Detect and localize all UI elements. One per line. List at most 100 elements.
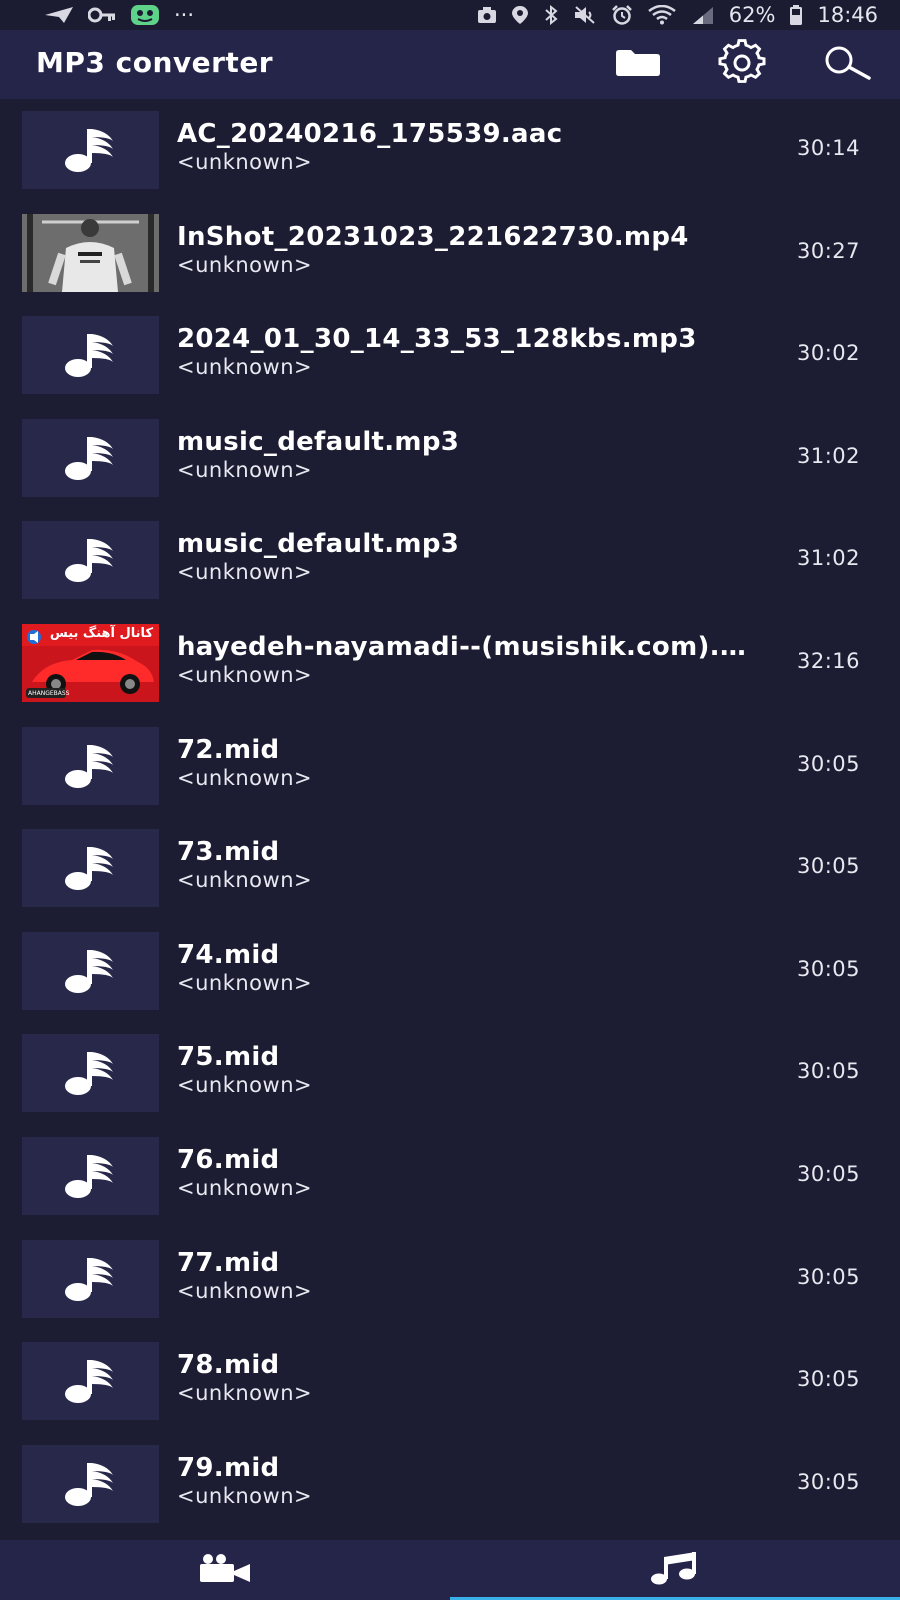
music-note-icon bbox=[22, 316, 159, 395]
wifi-icon bbox=[647, 4, 677, 26]
app-notification-icon bbox=[130, 4, 160, 26]
settings-button[interactable] bbox=[718, 39, 766, 91]
track-duration: 30:05 bbox=[796, 1367, 860, 1392]
music-note-icon bbox=[22, 1342, 159, 1421]
music-note-icon bbox=[22, 726, 159, 805]
battery-icon bbox=[789, 4, 803, 26]
status-bar-left: ··· bbox=[44, 3, 194, 27]
track-duration: 30:05 bbox=[796, 1059, 860, 1084]
track-title: 76.mid bbox=[177, 1144, 280, 1175]
track-title: 79.mid bbox=[177, 1452, 280, 1483]
track-row[interactable]: music_default.mp3 <unknown> 31:02 bbox=[0, 407, 900, 510]
thumbnail-caption: کانال آهنگ بیس bbox=[49, 625, 153, 641]
search-icon bbox=[820, 46, 872, 84]
track-thumbnail-image bbox=[22, 213, 159, 292]
track-duration: 31:02 bbox=[796, 443, 860, 468]
track-title: AC_20240216_175539.aac bbox=[177, 119, 563, 149]
folder-button[interactable] bbox=[614, 41, 662, 89]
gear-icon bbox=[718, 39, 766, 91]
track-artist: <unknown> bbox=[177, 1381, 313, 1406]
track-duration: 30:05 bbox=[796, 956, 860, 981]
track-title: music_default.mp3 bbox=[177, 426, 460, 457]
bottom-nav bbox=[0, 1540, 900, 1600]
track-title: music_default.mp3 bbox=[177, 529, 460, 560]
music-note-icon bbox=[22, 931, 159, 1010]
battery-percent: 62% bbox=[728, 3, 776, 27]
bluetooth-icon bbox=[543, 4, 559, 26]
app-bar: MP3 converter bbox=[0, 30, 900, 99]
track-title: 2024_01_30_14_33_53_128kbs.mp3 bbox=[177, 324, 697, 355]
track-duration: 30:05 bbox=[796, 751, 860, 776]
video-camera-icon bbox=[197, 1553, 253, 1587]
track-row[interactable]: 78.mid <unknown> 30:05 bbox=[0, 1330, 900, 1433]
track-artist: <unknown> bbox=[177, 252, 313, 277]
track-duration: 32:16 bbox=[796, 648, 860, 673]
track-list: AC_20240216_175539.aac <unknown> 30:14 InSh… bbox=[0, 99, 900, 1540]
track-row[interactable]: 76.mid <unknown> 30:05 bbox=[0, 1125, 900, 1228]
track-row[interactable]: AC_20240216_175539.aac <unknown> 30:14 bbox=[0, 99, 900, 202]
track-artist: <unknown> bbox=[177, 970, 313, 995]
track-artist: <unknown> bbox=[177, 1073, 313, 1098]
track-row[interactable]: 2024_01_30_14_33_53_128kbs.mp3 <unknown> 3… bbox=[0, 304, 900, 407]
track-row[interactable]: 72.mid <unknown> 30:05 bbox=[0, 715, 900, 818]
thumbnail-badge: AHANGEBASS bbox=[28, 689, 70, 697]
track-row[interactable]: InShot_20231023_221622730.mp4 <unknown> 30… bbox=[0, 202, 900, 305]
status-bar: ··· 62% 18:46 bbox=[0, 0, 900, 30]
track-duration: 31:02 bbox=[796, 546, 860, 571]
track-row[interactable]: 73.mid <unknown> 30:05 bbox=[0, 817, 900, 920]
track-artist: <unknown> bbox=[177, 560, 313, 585]
track-title: hayedeh-nayamadi--(musishik.com).mp3 bbox=[177, 631, 769, 662]
track-row[interactable]: 74.mid <unknown> 30:05 bbox=[0, 920, 900, 1023]
music-note-icon bbox=[649, 1551, 701, 1589]
track-artist: <unknown> bbox=[177, 150, 313, 174]
music-note-icon bbox=[22, 1239, 159, 1318]
key-icon bbox=[88, 4, 116, 26]
track-title: 77.mid bbox=[177, 1247, 280, 1278]
track-duration: 30:14 bbox=[796, 136, 860, 160]
track-row[interactable]: 75.mid <unknown> 30:05 bbox=[0, 1022, 900, 1125]
track-artist: <unknown> bbox=[177, 868, 313, 893]
track-duration: 30:02 bbox=[796, 341, 860, 366]
music-note-icon bbox=[22, 1136, 159, 1215]
track-title: 75.mid bbox=[177, 1042, 280, 1073]
track-duration: 30:05 bbox=[796, 1469, 860, 1494]
tab-video[interactable] bbox=[0, 1540, 450, 1600]
track-row[interactable]: 79.mid <unknown> 30:05 bbox=[0, 1433, 900, 1536]
folder-icon bbox=[615, 49, 661, 81]
mute-icon bbox=[573, 4, 597, 26]
music-note-icon bbox=[22, 829, 159, 908]
track-artist: <unknown> bbox=[177, 765, 313, 790]
status-time: 18:46 bbox=[817, 3, 878, 27]
track-duration: 30:05 bbox=[796, 854, 860, 879]
alarm-icon bbox=[611, 4, 633, 26]
signal-icon bbox=[691, 4, 715, 26]
search-button[interactable] bbox=[820, 41, 872, 89]
track-artist: <unknown> bbox=[177, 1278, 313, 1303]
track-row[interactable]: music_default.mp3 <unknown> 31:02 bbox=[0, 509, 900, 612]
track-duration: 30:05 bbox=[796, 1264, 860, 1289]
track-title: 73.mid bbox=[177, 837, 280, 868]
track-title: 72.mid bbox=[177, 734, 280, 765]
music-note-icon bbox=[22, 418, 159, 497]
track-row[interactable]: کانال آهنگ بیس AHANGEBASS hayedeh-nayamadi… bbox=[0, 612, 900, 715]
track-row[interactable]: 77.mid <unknown> 30:05 bbox=[0, 1228, 900, 1331]
camera-sync-icon bbox=[477, 4, 497, 26]
track-artist: <unknown> bbox=[177, 1483, 313, 1508]
status-more-dots: ··· bbox=[174, 3, 195, 27]
send-icon bbox=[44, 4, 74, 26]
track-artist: <unknown> bbox=[177, 355, 313, 380]
track-duration: 30:05 bbox=[796, 1161, 860, 1186]
track-thumbnail-image: کانال آهنگ بیس AHANGEBASS bbox=[22, 623, 159, 702]
track-duration: 30:27 bbox=[796, 238, 860, 263]
music-note-icon bbox=[22, 111, 159, 189]
track-title: 78.mid bbox=[177, 1350, 280, 1381]
track-title: 74.mid bbox=[177, 939, 280, 970]
status-bar-right: 62% 18:46 bbox=[477, 3, 878, 27]
location-icon bbox=[511, 4, 529, 26]
track-title: InShot_20231023_221622730.mp4 bbox=[177, 221, 689, 252]
track-artist: <unknown> bbox=[177, 1175, 313, 1200]
track-artist: <unknown> bbox=[177, 457, 313, 482]
tab-music[interactable] bbox=[450, 1540, 900, 1600]
music-note-icon bbox=[22, 1034, 159, 1113]
music-note-icon bbox=[22, 521, 159, 600]
